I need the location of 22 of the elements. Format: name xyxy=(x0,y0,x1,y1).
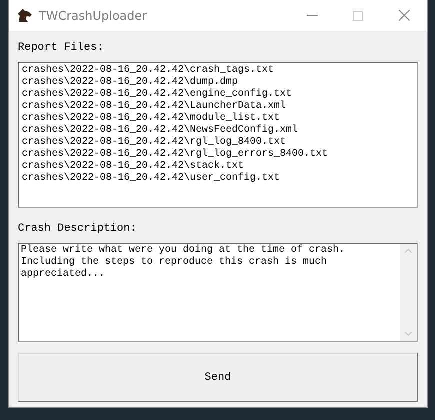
file-item[interactable]: crashes\2022-08-16_20.42.42\user_config.txt xyxy=(22,173,414,185)
scroll-down-icon[interactable] xyxy=(405,332,412,336)
window-title: TWCrashUploader xyxy=(39,8,148,22)
file-item[interactable]: crashes\2022-08-16_20.42.42\crash_tags.txt xyxy=(22,65,414,77)
minimize-icon[interactable] xyxy=(306,15,318,16)
file-item[interactable]: crashes\2022-08-16_20.42.42\NewsFeedConfig.xml xyxy=(22,125,414,137)
file-item[interactable]: crashes\2022-08-16_20.42.42\dump.dmp xyxy=(22,77,414,89)
report-files-list[interactable] xyxy=(18,62,418,208)
file-item[interactable]: crashes\2022-08-16_20.42.42\LauncherData.xml xyxy=(22,101,414,113)
horse-head-icon xyxy=(17,8,33,22)
file-item[interactable]: crashes\2022-08-16_20.42.42\rgl_log_8400.txt xyxy=(22,137,414,149)
file-item[interactable]: crashes\2022-08-16_20.42.42\module_list.txt xyxy=(22,113,414,125)
file-item[interactable]: crashes\2022-08-16_20.42.42\stack.txt xyxy=(22,161,414,173)
report-files-label: Report Files: xyxy=(18,41,105,55)
file-item[interactable]: crashes\2022-08-16_20.42.42\engine_config.txt xyxy=(22,89,414,101)
maximize-icon[interactable] xyxy=(353,10,363,20)
file-item[interactable]: crashes\2022-08-16_20.42.42\rgl_log_errors_8400.txt xyxy=(22,149,414,161)
scroll-up-icon[interactable] xyxy=(405,249,412,253)
description-field[interactable]: Please write what were you doing at the time of crash. Including the steps to reproduce this crash is much appreciated... xyxy=(18,243,418,342)
send-button[interactable]: Send xyxy=(18,353,418,402)
close-icon[interactable] xyxy=(398,10,410,21)
crash-description-label: Crash Description: xyxy=(18,222,138,236)
